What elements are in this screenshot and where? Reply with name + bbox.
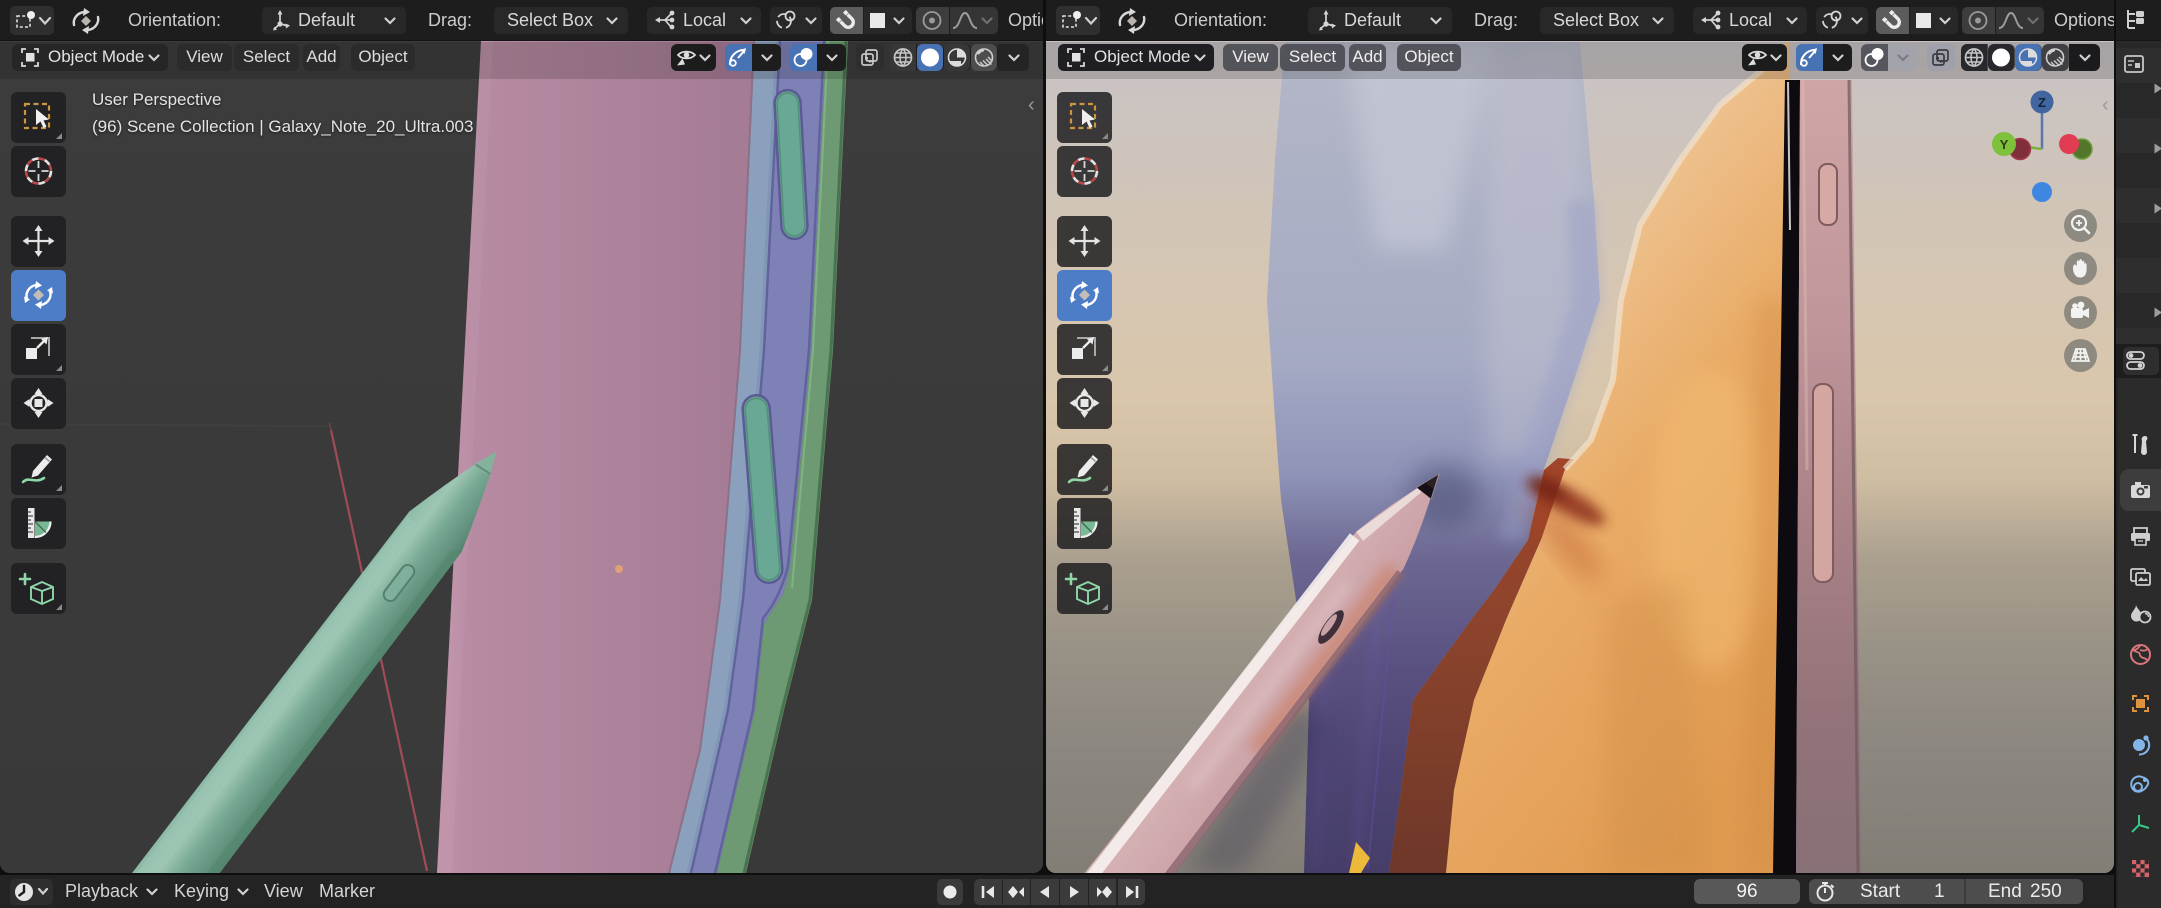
svg-text:Y: Y — [2000, 137, 2009, 152]
svg-text:Z: Z — [2038, 95, 2046, 110]
